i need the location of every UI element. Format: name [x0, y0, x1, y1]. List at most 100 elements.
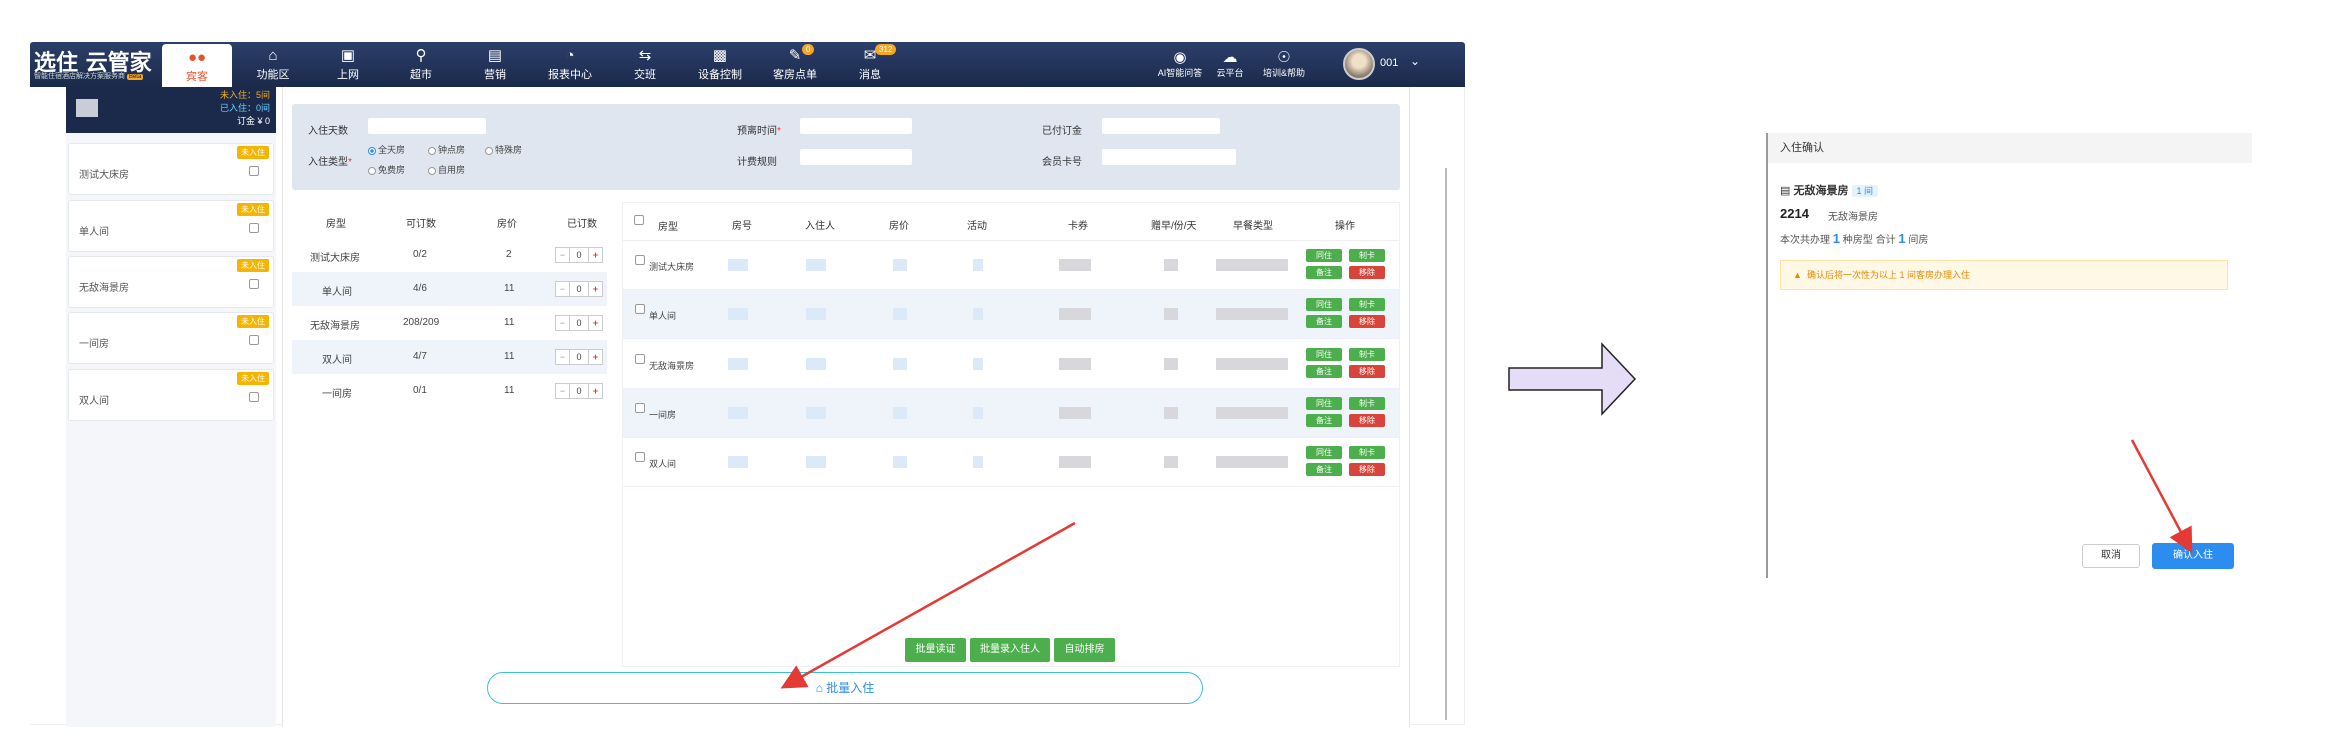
- checkin-together-button[interactable]: 同住: [1306, 446, 1342, 459]
- checkin-together-button[interactable]: 同住: [1306, 298, 1342, 311]
- checkin-together-button[interactable]: 同住: [1306, 348, 1342, 361]
- row-checkbox[interactable]: [635, 304, 645, 314]
- row-checkbox[interactable]: [635, 354, 645, 364]
- note-button[interactable]: 备注: [1306, 365, 1342, 378]
- remove-button[interactable]: 移除: [1349, 414, 1385, 427]
- quantity-stepper[interactable]: −0 +: [555, 281, 603, 297]
- row-checkbox[interactable]: [635, 255, 645, 265]
- confirm-checkin-button[interactable]: 确认入住: [2152, 543, 2234, 569]
- checkin-together-button[interactable]: 同住: [1306, 397, 1342, 410]
- room-card-checkbox[interactable]: [249, 166, 259, 176]
- room-no-cell[interactable]: [728, 308, 748, 320]
- room-no-cell[interactable]: [728, 407, 748, 419]
- coupon-cell[interactable]: [1059, 358, 1091, 370]
- price-cell[interactable]: [893, 456, 907, 468]
- price-cell[interactable]: [893, 358, 907, 370]
- room-card-checkbox[interactable]: [249, 392, 259, 402]
- breakfast-type-cell[interactable]: [1216, 358, 1288, 370]
- room-no-cell[interactable]: [728, 358, 748, 370]
- nav-item-room-order[interactable]: ✎ 客房点单 0: [760, 42, 830, 87]
- make-card-button[interactable]: 制卡: [1349, 298, 1385, 311]
- nav-item-messages[interactable]: ✉ 消息 312: [835, 42, 905, 87]
- nav-item-reports[interactable]: ◔ 报表中心: [535, 42, 605, 87]
- note-button[interactable]: 备注: [1306, 266, 1342, 279]
- nav-item-market[interactable]: ⚲ 超市: [386, 42, 456, 87]
- coupon-cell[interactable]: [1059, 308, 1091, 320]
- avatar[interactable]: [1343, 48, 1375, 80]
- price-cell[interactable]: [893, 259, 907, 271]
- remove-button[interactable]: 移除: [1349, 315, 1385, 328]
- breakfast-cell[interactable]: [1164, 407, 1178, 419]
- paid-input[interactable]: [1102, 118, 1220, 134]
- auto-assign-button[interactable]: 自动排房: [1054, 638, 1115, 662]
- quantity-stepper[interactable]: −0 +: [555, 349, 603, 365]
- room-no-cell[interactable]: [728, 456, 748, 468]
- remove-button[interactable]: 移除: [1349, 463, 1385, 476]
- batch-checkin-button[interactable]: ⌂ 批量入住: [487, 672, 1203, 704]
- price-rule-select[interactable]: [800, 149, 912, 165]
- checkout-input[interactable]: [800, 118, 912, 134]
- radio-hourly[interactable]: 钟点房: [428, 143, 465, 156]
- make-card-button[interactable]: 制卡: [1349, 397, 1385, 410]
- guest-cell[interactable]: [806, 407, 826, 419]
- breakfast-cell[interactable]: [1164, 308, 1178, 320]
- nav-item-devices[interactable]: ▩ 设备控制: [685, 42, 755, 87]
- coupon-cell[interactable]: [1059, 259, 1091, 271]
- help-button[interactable]: ☉ 培训&帮助: [1256, 42, 1312, 87]
- breakfast-cell[interactable]: [1164, 259, 1178, 271]
- breakfast-cell[interactable]: [1164, 456, 1178, 468]
- note-button[interactable]: 备注: [1306, 414, 1342, 427]
- radio-special[interactable]: 特殊房: [485, 143, 522, 156]
- radio-free[interactable]: 免费房: [368, 163, 405, 176]
- nav-item-marketing[interactable]: ▤ 营销: [460, 42, 530, 87]
- breakfast-type-cell[interactable]: [1216, 456, 1288, 468]
- row-checkbox[interactable]: [635, 452, 645, 462]
- make-card-button[interactable]: 制卡: [1349, 249, 1385, 262]
- quantity-stepper[interactable]: −0 +: [555, 247, 603, 263]
- remove-button[interactable]: 移除: [1349, 266, 1385, 279]
- activity-cell[interactable]: [973, 456, 983, 468]
- room-no-cell[interactable]: [728, 259, 748, 271]
- stay-days-input[interactable]: [368, 118, 486, 134]
- cloud-button[interactable]: ☁ 云平台: [1212, 42, 1248, 87]
- guest-cell[interactable]: [806, 456, 826, 468]
- quantity-stepper[interactable]: −0 +: [555, 315, 603, 331]
- nav-item-functions[interactable]: ⌂ 功能区: [238, 42, 308, 87]
- member-input[interactable]: [1102, 149, 1236, 165]
- ai-qa-button[interactable]: ◉ AI智能问答: [1155, 42, 1205, 87]
- breakfast-type-cell[interactable]: [1216, 407, 1288, 419]
- room-card[interactable]: 未入住 测试大床房: [68, 143, 274, 195]
- price-cell[interactable]: [893, 308, 907, 320]
- coupon-cell[interactable]: [1059, 456, 1091, 468]
- nav-item-internet[interactable]: ▣ 上网: [313, 42, 383, 87]
- room-card-checkbox[interactable]: [249, 279, 259, 289]
- cancel-button[interactable]: 取消: [2082, 544, 2140, 568]
- checkin-together-button[interactable]: 同住: [1306, 249, 1342, 262]
- room-card[interactable]: 未入住 单人间: [68, 200, 274, 252]
- activity-cell[interactable]: [973, 259, 983, 271]
- remove-button[interactable]: 移除: [1349, 365, 1385, 378]
- quantity-stepper[interactable]: −0 +: [555, 383, 603, 399]
- batch-guest-entry-button[interactable]: 批量录入住人: [970, 638, 1050, 662]
- breakfast-cell[interactable]: [1164, 358, 1178, 370]
- breakfast-type-cell[interactable]: [1216, 308, 1288, 320]
- note-button[interactable]: 备注: [1306, 315, 1342, 328]
- breakfast-type-cell[interactable]: [1216, 259, 1288, 271]
- radio-self-use[interactable]: 自用房: [428, 163, 465, 176]
- note-button[interactable]: 备注: [1306, 463, 1342, 476]
- select-all-checkbox[interactable]: [634, 215, 644, 225]
- room-card[interactable]: 未入住 无敌海景房: [68, 256, 274, 308]
- room-card[interactable]: 未入住 双人间: [68, 369, 274, 421]
- row-checkbox[interactable]: [635, 403, 645, 413]
- price-cell[interactable]: [893, 407, 907, 419]
- nav-item-shift[interactable]: ⇆ 交班: [610, 42, 680, 87]
- guest-cell[interactable]: [806, 259, 826, 271]
- activity-cell[interactable]: [973, 308, 983, 320]
- batch-read-id-button[interactable]: 批量读证: [905, 638, 966, 662]
- make-card-button[interactable]: 制卡: [1349, 446, 1385, 459]
- activity-cell[interactable]: [973, 407, 983, 419]
- room-card-checkbox[interactable]: [249, 335, 259, 345]
- activity-cell[interactable]: [973, 358, 983, 370]
- chevron-down-icon[interactable]: ⌄: [1410, 54, 1420, 68]
- make-card-button[interactable]: 制卡: [1349, 348, 1385, 361]
